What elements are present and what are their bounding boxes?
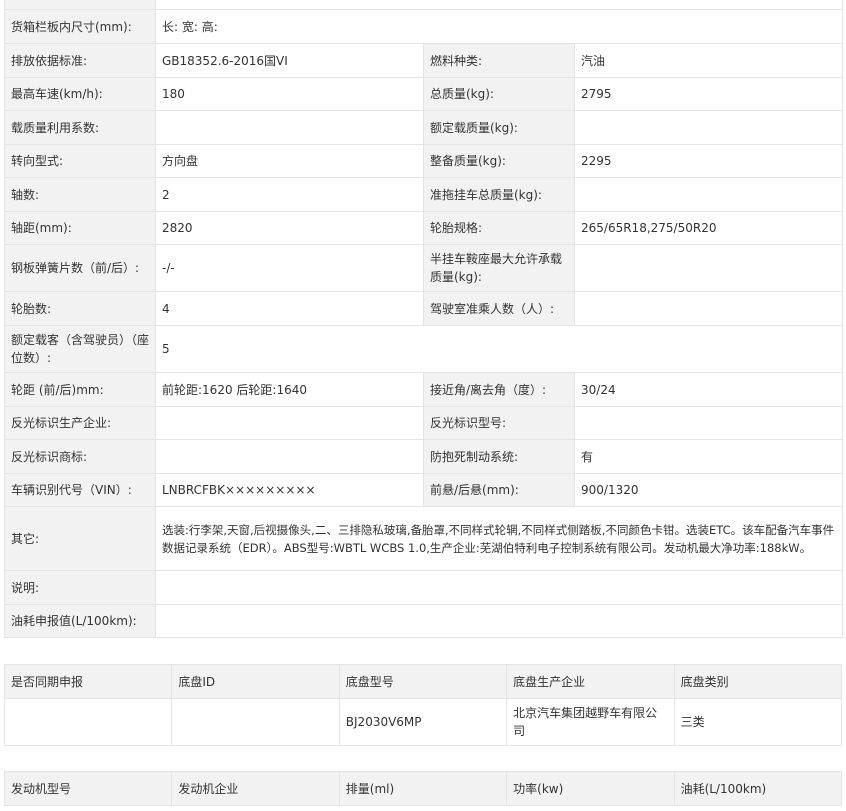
- load-utilization-label: 载质量利用系数:: [4, 110, 156, 145]
- tires-label: 轮胎数:: [4, 291, 156, 326]
- table-row: 说明:: [4, 570, 844, 605]
- load-utilization-value: [155, 110, 424, 145]
- vin-value: LNBRCFBK×××××××××: [155, 473, 424, 507]
- rated-load-label: 额定载质量(kg):: [423, 110, 575, 145]
- track-label: 轮距 (前/后)mm:: [4, 372, 156, 407]
- reflector-brand-label: 反光标识商标:: [4, 439, 156, 474]
- chassis-table: 是否同期申报 底盘ID 底盘型号 底盘生产企业 底盘类别 BJ2030V6MP …: [3, 664, 843, 746]
- column-header: 底盘类别: [673, 664, 843, 699]
- column-header: 底盘型号: [338, 664, 508, 699]
- table-row: 载质量利用系数: 额定载质量(kg):: [4, 110, 844, 145]
- angles-value: 30/24: [573, 372, 844, 407]
- table-header-row: 发动机型号 发动机企业 排量(ml) 功率(kw) 油耗(L/100km): [3, 771, 843, 806]
- notes-value: [154, 570, 844, 605]
- abs-label: 防抱死制动系统:: [423, 439, 575, 474]
- angles-label: 接近角/离去角（度）:: [423, 372, 575, 407]
- table-cell: 三类: [673, 698, 843, 746]
- axles-label: 轴数:: [4, 177, 156, 212]
- steering-value: 方向盘: [155, 144, 424, 178]
- max-speed-label: 最高车速(km/h):: [4, 77, 156, 111]
- total-mass-value: 2795: [573, 77, 844, 111]
- steering-label: 转向型式:: [4, 144, 156, 178]
- emission-standard-value: GB18352.6-2016国VI: [155, 43, 424, 78]
- table-cell: [171, 698, 340, 746]
- column-header: 底盘ID: [171, 664, 340, 699]
- saddle-load-label: 半挂车鞍座最大允许承载质量(kg):: [423, 244, 575, 292]
- leaf-springs-value: -/-: [155, 244, 424, 292]
- table-header-row: 是否同期申报 底盘ID 底盘型号 底盘生产企业 底盘类别: [3, 664, 843, 699]
- other-label: 其它:: [4, 506, 156, 571]
- reflector-maker-label: 反光标识生产企业:: [4, 406, 156, 440]
- top-cropped-label: [4, 0, 156, 10]
- curb-weight-value: 2295: [573, 144, 844, 178]
- table-row: 钢板弹簧片数（前/后）: -/- 半挂车鞍座最大允许承载质量(kg):: [4, 244, 844, 292]
- column-header: 底盘生产企业: [506, 664, 675, 699]
- total-mass-label: 总质量(kg):: [423, 77, 575, 111]
- engine-table: 发动机型号 发动机企业 排量(ml) 功率(kw) 油耗(L/100km): [3, 771, 843, 806]
- wheelbase-label: 轴距(mm):: [4, 211, 156, 245]
- emission-standard-label: 排放依据标准:: [4, 43, 156, 78]
- tire-spec-label: 轮胎规格:: [423, 211, 575, 245]
- column-header: 排量(ml): [338, 771, 508, 806]
- table-row: 轴距(mm): 2820 轮胎规格: 265/65R18,275/50R20: [4, 211, 844, 245]
- wheelbase-value: 2820: [155, 211, 424, 245]
- fuel-consumption-label: 油耗申报值(L/100km):: [4, 604, 156, 638]
- notes-label: 说明:: [4, 570, 156, 605]
- table-row: 油耗申报值(L/100km):: [4, 604, 844, 638]
- table-row: 货箱栏板内尺寸(mm): 长: 宽: 高:: [4, 9, 844, 44]
- other-value: 选装:行李架,天窗,后视摄像头,二、三排隐私玻璃,备胎罩,不同样式轮辋,不同样式…: [154, 506, 844, 571]
- fuel-type-value: 汽油: [573, 43, 844, 78]
- fuel-type-label: 燃料种类:: [423, 43, 575, 78]
- table-row: 反光标识生产企业: 反光标识型号:: [4, 406, 844, 440]
- cargo-box-size-value: 长: 宽: 高:: [154, 9, 844, 44]
- leaf-springs-label: 钢板弹簧片数（前/后）:: [4, 244, 156, 292]
- track-value: 前轮距:1620 后轮距:1640: [155, 372, 424, 407]
- trailer-mass-value: [573, 177, 844, 212]
- saddle-load-value: [573, 244, 844, 292]
- table-row: 额定载客（含驾驶员）（座位数）: 5: [4, 325, 844, 373]
- vin-label: 车辆识别代号（VIN）:: [4, 473, 156, 507]
- table-row: 最高车速(km/h): 180 总质量(kg): 2795: [4, 77, 844, 111]
- passengers-value: 5: [154, 325, 844, 373]
- reflector-maker-value: [155, 406, 424, 440]
- table-row: 转向型式: 方向盘 整备质量(kg): 2295: [4, 144, 844, 178]
- passengers-label: 额定载客（含驾驶员）（座位数）:: [4, 325, 156, 373]
- table-cell: [3, 698, 173, 746]
- max-speed-value: 180: [155, 77, 424, 111]
- table-row: 反光标识商标: 防抱死制动系统: 有: [4, 439, 844, 474]
- table-row: 轮距 (前/后)mm: 前轮距:1620 后轮距:1640 接近角/离去角（度）…: [4, 372, 844, 407]
- table-row: 排放依据标准: GB18352.6-2016国VI 燃料种类: 汽油: [4, 43, 844, 78]
- table-cell: BJ2030V6MP: [338, 698, 508, 746]
- cab-seats-label: 驾驶室准乘人数（人）:: [423, 291, 575, 326]
- abs-value: 有: [573, 439, 844, 474]
- vehicle-spec-table: 货箱栏板内尺寸(mm): 长: 宽: 高: 排放依据标准: GB18352.6-…: [4, 0, 844, 638]
- reflector-model-value: [573, 406, 844, 440]
- column-header: 是否同期申报: [3, 664, 173, 699]
- column-header: 发动机型号: [3, 771, 173, 806]
- top-cropped-value: [154, 0, 844, 10]
- trailer-mass-label: 准拖挂车总质量(kg):: [423, 177, 575, 212]
- table-row: 轮胎数: 4 驾驶室准乘人数（人）:: [4, 291, 844, 326]
- table-row: BJ2030V6MP 北京汽车集团越野车有限公司 三类: [3, 698, 843, 746]
- rated-load-value: [573, 110, 844, 145]
- column-header: 油耗(L/100km): [673, 771, 843, 806]
- table-row: 其它: 选装:行李架,天窗,后视摄像头,二、三排隐私玻璃,备胎罩,不同样式轮辋,…: [4, 506, 844, 571]
- tire-spec-value: 265/65R18,275/50R20: [573, 211, 844, 245]
- fuel-consumption-value: [154, 604, 844, 638]
- table-cell: 北京汽车集团越野车有限公司: [506, 698, 675, 746]
- reflector-brand-value: [155, 439, 424, 474]
- overhang-value: 900/1320: [573, 473, 844, 507]
- reflector-model-label: 反光标识型号:: [423, 406, 575, 440]
- overhang-label: 前悬/后悬(mm):: [423, 473, 575, 507]
- cargo-box-size-label: 货箱栏板内尺寸(mm):: [4, 9, 156, 44]
- tires-value: 4: [155, 291, 424, 326]
- curb-weight-label: 整备质量(kg):: [423, 144, 575, 178]
- table-row: 轴数: 2 准拖挂车总质量(kg):: [4, 177, 844, 212]
- cab-seats-value: [573, 291, 844, 326]
- table-row: 车辆识别代号（VIN）: LNBRCFBK××××××××× 前悬/后悬(mm)…: [4, 473, 844, 507]
- column-header: 功率(kw): [506, 771, 675, 806]
- column-header: 发动机企业: [171, 771, 340, 806]
- axles-value: 2: [155, 177, 424, 212]
